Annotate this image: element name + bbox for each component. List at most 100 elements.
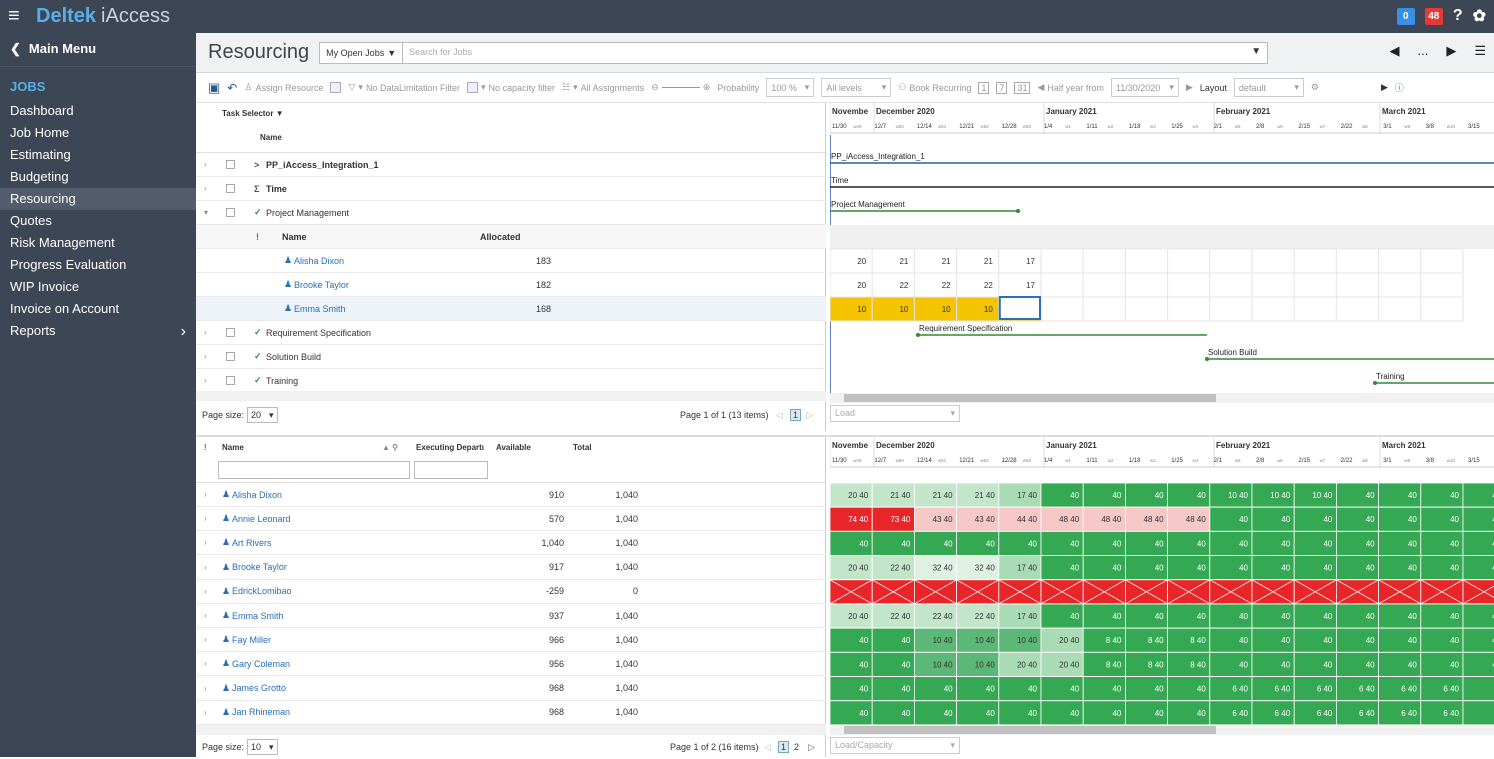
- prev-page-icon[interactable]: ◁: [764, 742, 771, 753]
- resource-row[interactable]: › ♟ Emma Smith 937 1,040: [196, 604, 826, 628]
- total-column-header[interactable]: Total: [573, 443, 592, 452]
- list-icon[interactable]: ☰: [1474, 43, 1486, 59]
- task-row[interactable]: › ✓ Solution Build: [196, 345, 826, 369]
- resource-name[interactable]: Jan Rhineman: [232, 707, 290, 717]
- sidebar-item-wip-invoice[interactable]: WIP Invoice: [0, 276, 196, 298]
- sidebar-item-job-home[interactable]: Job Home: [0, 122, 196, 144]
- zoom-slider[interactable]: ⊖ ⊕: [651, 82, 710, 93]
- sidebar-item-progress-evaluation[interactable]: Progress Evaluation: [0, 254, 196, 276]
- next-icon[interactable]: ▶: [1186, 82, 1193, 93]
- assignee-name[interactable]: Brooke Taylor: [294, 280, 349, 290]
- sidebar-item-resourcing[interactable]: Resourcing: [0, 188, 196, 210]
- expand-icon[interactable]: ›: [204, 376, 207, 385]
- expand-icon[interactable]: ›: [204, 184, 207, 193]
- sort-filter-icons[interactable]: ▲ ⚲: [382, 443, 398, 452]
- caret-down-icon[interactable]: ▼: [1251, 46, 1261, 57]
- resource-row[interactable]: › ♟ Gary Coleman 956 1,040: [196, 652, 826, 677]
- resource-name[interactable]: Emma Smith: [232, 611, 284, 621]
- resource-grid-scrollbar[interactable]: [196, 725, 826, 735]
- expand-icon[interactable]: ›: [204, 538, 207, 547]
- task-name[interactable]: Requirement Specification: [266, 328, 371, 338]
- row-checkbox[interactable]: [226, 352, 235, 361]
- resource-name[interactable]: Alisha Dixon: [232, 490, 282, 500]
- name-column-header[interactable]: Name: [222, 443, 244, 452]
- load-capacity-select[interactable]: Load/Capacity ▾: [830, 737, 960, 754]
- date-select[interactable]: 11/30/2020 ▾: [1110, 78, 1179, 97]
- week-view-icon[interactable]: 7: [996, 81, 1008, 94]
- task-row[interactable]: › ✓ Requirement Specification: [196, 321, 826, 345]
- row-checkbox[interactable]: [226, 184, 235, 193]
- resource-row[interactable]: › ♟ Annie Leonard 570 1,040: [196, 507, 826, 532]
- gear-icon[interactable]: ✿: [1473, 6, 1486, 26]
- expand-icon[interactable]: ›: [204, 708, 207, 717]
- task-row[interactable]: › > PP_iAccess_Integration_1: [196, 153, 826, 177]
- row-checkbox[interactable]: [226, 160, 235, 169]
- book-recurring-button[interactable]: ⚇ Book Recurring: [898, 82, 971, 93]
- expand-right-icon[interactable]: ▶: [1381, 82, 1388, 93]
- resource-row[interactable]: › ♟ James Grotto 968 1,040: [196, 677, 826, 701]
- expand-icon[interactable]: ›: [204, 328, 207, 337]
- resource-name[interactable]: Fay Miller: [232, 635, 271, 645]
- data-limitation-filter[interactable]: ▽ ▾ No DataLimitation Filter: [348, 82, 460, 93]
- assignee-name[interactable]: Alisha Dixon: [294, 256, 344, 266]
- sidebar-item-dashboard[interactable]: Dashboard: [0, 100, 196, 122]
- name-filter-input[interactable]: [218, 461, 410, 479]
- resource-row[interactable]: › ♟ Alisha Dixon 910 1,040: [196, 483, 826, 507]
- search-input[interactable]: Search for Jobs ▼: [403, 41, 1269, 64]
- more-ellipsis[interactable]: ...: [1418, 43, 1429, 59]
- name-column-header[interactable]: Name: [260, 133, 282, 142]
- expand-icon[interactable]: ›: [204, 160, 207, 169]
- job-selector-dropdown[interactable]: My Open Jobs ▼: [319, 41, 404, 64]
- probability-select[interactable]: 100 % ▾: [766, 78, 815, 97]
- resource-row[interactable]: › ♟ Fay Miller 966 1,040: [196, 628, 826, 653]
- resource-name[interactable]: Annie Leonard: [232, 514, 291, 524]
- sidebar-item-reports[interactable]: Reports ›: [0, 320, 196, 342]
- page-size-select[interactable]: 10 ▾: [247, 739, 278, 755]
- resource-name[interactable]: Brooke Taylor: [232, 562, 287, 572]
- resource-name[interactable]: Art Rivers: [232, 538, 272, 548]
- resource-name[interactable]: Gary Coleman: [232, 659, 290, 669]
- prev-arrow-icon[interactable]: ◀: [1390, 43, 1400, 59]
- half-year-nav[interactable]: ◀ Half year from: [1037, 82, 1103, 93]
- assignee-name[interactable]: Emma Smith: [294, 304, 346, 314]
- page-number[interactable]: 1: [778, 741, 790, 753]
- page-number-2[interactable]: 2: [794, 742, 799, 752]
- expand-icon[interactable]: ›: [204, 684, 207, 693]
- task-selector-label[interactable]: Task Selector ▼: [222, 109, 284, 118]
- page-number[interactable]: 1: [790, 409, 802, 421]
- department-filter-input[interactable]: [414, 461, 488, 479]
- expand-icon[interactable]: ›: [204, 514, 207, 523]
- assignee-row[interactable]: ♟ Emma Smith 168: [196, 297, 826, 321]
- load-select[interactable]: Load ▾: [830, 405, 960, 422]
- next-page-icon[interactable]: ▷: [808, 742, 815, 753]
- resource-row[interactable]: › ♟ Brooke Taylor 917 1,040: [196, 556, 826, 580]
- expand-icon[interactable]: ›: [204, 587, 207, 596]
- assignee-row[interactable]: ♟ Brooke Taylor 182: [196, 273, 826, 297]
- page-size-select[interactable]: 20 ▾: [247, 407, 278, 423]
- assignments-filter[interactable]: ☷ ▾ All Assignments: [562, 82, 644, 93]
- sidebar-item-quotes[interactable]: Quotes: [0, 210, 196, 232]
- resource-name[interactable]: James Grotto: [232, 683, 286, 693]
- hamburger-icon[interactable]: ≡: [8, 5, 36, 28]
- task-name[interactable]: Time: [266, 184, 287, 194]
- undo-icon[interactable]: ↶: [227, 81, 237, 95]
- task-name[interactable]: Training: [266, 376, 298, 386]
- next-page-icon[interactable]: ▷: [806, 410, 813, 421]
- next-arrow-icon[interactable]: ▶: [1446, 43, 1456, 59]
- expand-icon[interactable]: ›: [204, 490, 207, 499]
- task-row[interactable]: ▾ ✓ Project Management: [196, 201, 826, 225]
- save-icon[interactable]: ▣: [208, 80, 220, 96]
- resource-row[interactable]: › ♟ EdrickLomibao -259 0: [196, 580, 826, 604]
- notification-badge[interactable]: 0: [1396, 7, 1415, 25]
- task-name[interactable]: Solution Build: [266, 352, 321, 362]
- help-icon[interactable]: ?: [1453, 7, 1463, 25]
- row-checkbox[interactable]: [226, 376, 235, 385]
- row-checkbox[interactable]: [226, 208, 235, 217]
- sidebar-item-budgeting[interactable]: Budgeting: [0, 166, 196, 188]
- day-view-icon[interactable]: 1: [978, 81, 990, 94]
- sidebar-item-estimating[interactable]: Estimating: [0, 144, 196, 166]
- main-menu-link[interactable]: ❮ Main Menu: [0, 33, 196, 67]
- task-grid-scrollbar[interactable]: [196, 391, 826, 401]
- task-name[interactable]: Project Management: [266, 208, 349, 218]
- info-icon[interactable]: ⓘ: [1395, 81, 1404, 94]
